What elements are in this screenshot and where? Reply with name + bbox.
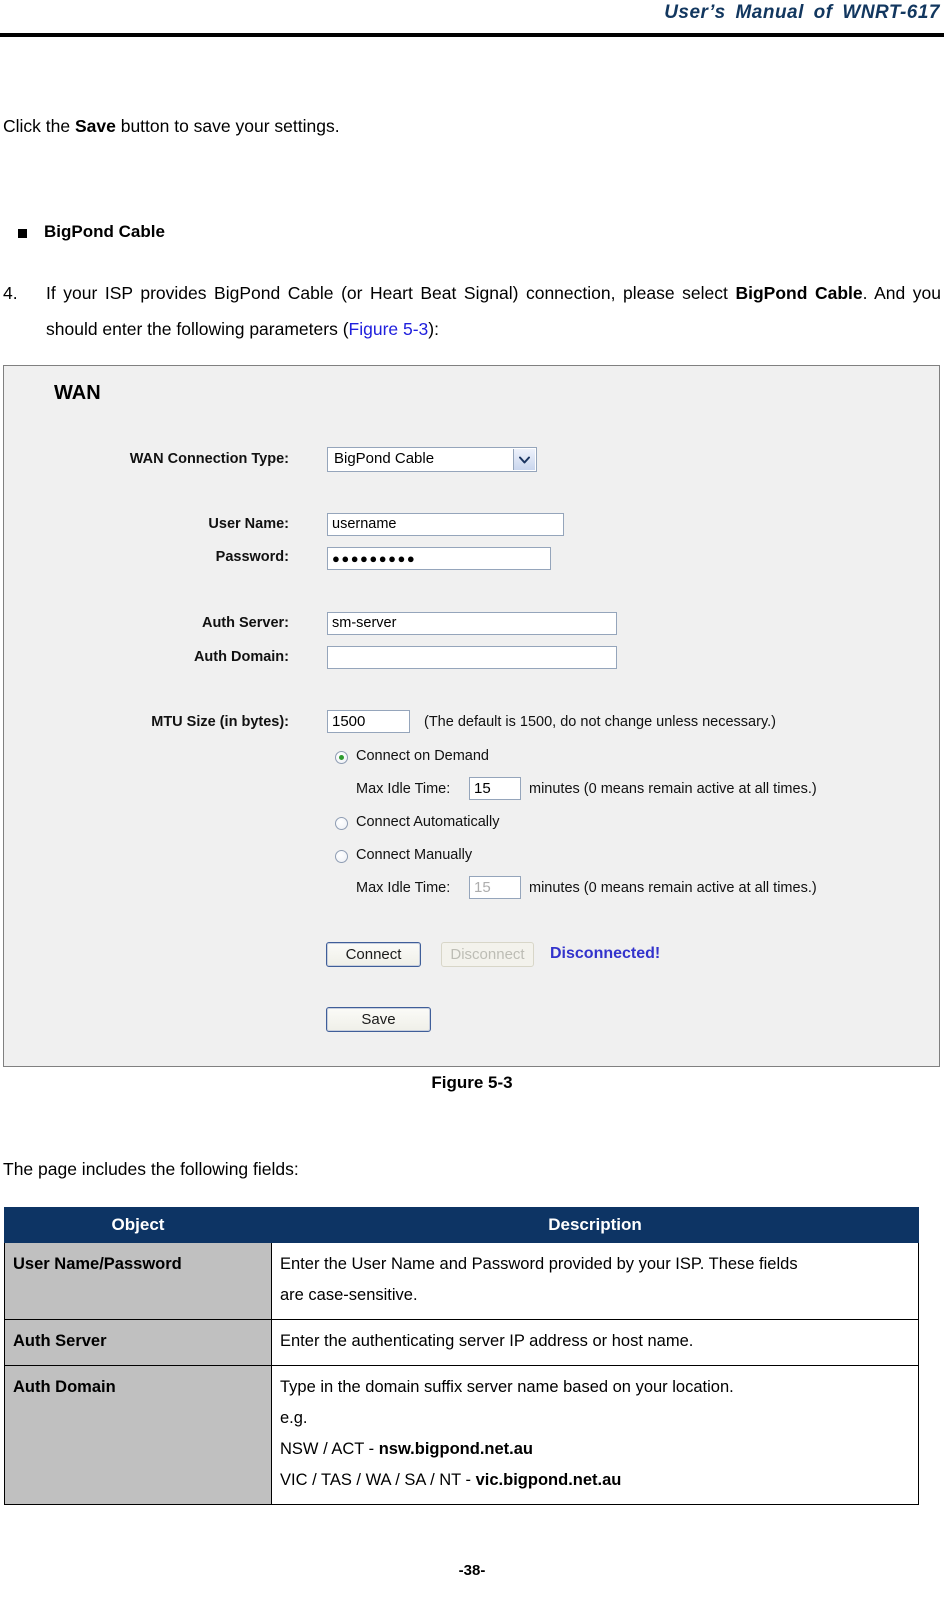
para4-text1: If your ISP provides BigPond Cable (or H… bbox=[46, 283, 736, 303]
click-save-paragraph: Click the Save button to save your setti… bbox=[3, 115, 703, 137]
figure-5-3-link[interactable]: Figure 5-3 bbox=[349, 319, 429, 339]
radio-connect-on-demand[interactable] bbox=[335, 751, 348, 764]
label-user-name: User Name: bbox=[208, 516, 289, 532]
table-row: User Name/Password Enter the User Name a… bbox=[4, 1242, 919, 1320]
para4-bold1: BigPond Cable bbox=[735, 283, 863, 303]
header-divider bbox=[0, 33, 944, 37]
bigpond-cable-heading-label: BigPond Cable bbox=[44, 222, 165, 241]
label-max-idle-time-manual: Max Idle Time: bbox=[356, 880, 451, 896]
label-mtu-size: MTU Size (in bytes): bbox=[151, 714, 289, 730]
auth-domain-input[interactable] bbox=[327, 646, 617, 669]
wan-connection-type-select[interactable]: BigPond Cable bbox=[327, 447, 537, 472]
table-row: Auth Server Enter the authenticating ser… bbox=[4, 1319, 919, 1366]
desc-line-domain: nsw.bigpond.net.au bbox=[378, 1440, 533, 1458]
square-bullet-icon bbox=[18, 229, 27, 238]
figure-caption: Figure 5-3 bbox=[431, 1073, 513, 1092]
user-name-input[interactable]: username bbox=[327, 513, 564, 536]
disconnect-button: Disconnect bbox=[441, 942, 534, 967]
desc-line: Enter the authenticating server IP addre… bbox=[280, 1332, 694, 1350]
cell-description-auth-domain: Type in the domain suffix server name ba… bbox=[271, 1365, 919, 1505]
max-idle-time-demand-input[interactable]: 15 bbox=[469, 777, 521, 800]
click-save-suffix: button to save your settings. bbox=[115, 116, 340, 136]
label-max-idle-time-demand: Max Idle Time: bbox=[356, 781, 451, 797]
desc-line-vic: VIC / TAS / WA / SA / NT - vic.bigpond.n… bbox=[280, 1465, 910, 1496]
connect-button[interactable]: Connect bbox=[326, 942, 421, 967]
idle-hint-demand-text: minutes (0 means remain active at all ti… bbox=[529, 781, 817, 797]
numbered-paragraph-4: 4. If your ISP provides BigPond Cable (o… bbox=[3, 275, 941, 347]
max-idle-time-manual-input[interactable]: 15 bbox=[469, 876, 521, 899]
cell-object-auth-server: Auth Server bbox=[4, 1319, 272, 1366]
click-save-prefix: Click the bbox=[3, 116, 75, 136]
radio-connect-manually[interactable] bbox=[335, 850, 348, 863]
table-header-row: Object Description bbox=[4, 1207, 919, 1243]
manual-title: User’s Manual of WNRT-617 bbox=[664, 2, 940, 23]
fields-description-table: Object Description User Name/Password En… bbox=[4, 1207, 919, 1505]
desc-line-nsw: NSW / ACT - nsw.bigpond.net.au bbox=[280, 1434, 910, 1465]
list-number: 4. bbox=[3, 283, 18, 303]
chevron-down-icon[interactable] bbox=[513, 449, 535, 470]
desc-line-domain: vic.bigpond.net.au bbox=[475, 1471, 622, 1489]
table-row: Auth Domain Type in the domain suffix se… bbox=[4, 1365, 919, 1505]
desc-line-prefix: NSW / ACT - bbox=[280, 1440, 379, 1458]
radio-connect-automatically[interactable] bbox=[335, 817, 348, 830]
cell-description-user-name-password: Enter the User Name and Password provide… bbox=[271, 1242, 919, 1320]
label-auth-server: Auth Server: bbox=[201, 615, 289, 631]
label-auth-domain: Auth Domain: bbox=[193, 649, 289, 665]
desc-line-prefix: VIC / TAS / WA / SA / NT - bbox=[280, 1471, 476, 1489]
para4-text3: ): bbox=[428, 319, 439, 339]
router-wan-screenshot: WAN WAN Connection Type: BigPond Cable U… bbox=[3, 365, 940, 1067]
column-header-object: Object bbox=[4, 1207, 272, 1243]
click-save-bold: Save bbox=[74, 116, 116, 136]
desc-line: e.g. bbox=[280, 1409, 308, 1427]
radio-label-connect-automatically[interactable]: Connect Automatically bbox=[356, 814, 499, 830]
auth-server-input[interactable]: sm-server bbox=[327, 612, 617, 635]
connection-status-text: Disconnected! bbox=[550, 945, 661, 962]
cell-object-user-name-password: User Name/Password bbox=[4, 1242, 272, 1320]
label-wan-connection-type: WAN Connection Type: bbox=[129, 451, 289, 467]
page-header: User’s Manual of WNRT-617 bbox=[0, 0, 944, 44]
radio-label-connect-manually[interactable]: Connect Manually bbox=[356, 847, 472, 863]
idle-hint-manual-text: minutes (0 means remain active at all ti… bbox=[529, 880, 817, 896]
cell-description-auth-server: Enter the authenticating server IP addre… bbox=[271, 1319, 919, 1366]
includes-fields-paragraph: The page includes the following fields: bbox=[3, 1159, 299, 1179]
password-input[interactable]: ●●●●●●●●● bbox=[327, 547, 551, 570]
cell-object-auth-domain: Auth Domain bbox=[4, 1365, 272, 1505]
desc-line: Enter the User Name and Password provide… bbox=[280, 1255, 798, 1273]
label-password: Password: bbox=[215, 549, 289, 565]
wan-page-title: WAN bbox=[54, 382, 101, 404]
mtu-size-input[interactable]: 1500 bbox=[327, 710, 410, 733]
wan-connection-type-value: BigPond Cable bbox=[334, 450, 435, 467]
desc-line: Type in the domain suffix server name ba… bbox=[280, 1378, 734, 1396]
page-number: -38- bbox=[458, 1562, 486, 1579]
radio-label-connect-on-demand[interactable]: Connect on Demand bbox=[356, 748, 489, 764]
column-header-description: Description bbox=[271, 1207, 919, 1243]
save-button[interactable]: Save bbox=[326, 1007, 431, 1032]
numbered-paragraph-text: If your ISP provides BigPond Cable (or H… bbox=[46, 275, 941, 347]
mtu-hint-text: (The default is 1500, do not change unle… bbox=[424, 714, 776, 730]
desc-line: are case-sensitive. bbox=[280, 1286, 418, 1304]
